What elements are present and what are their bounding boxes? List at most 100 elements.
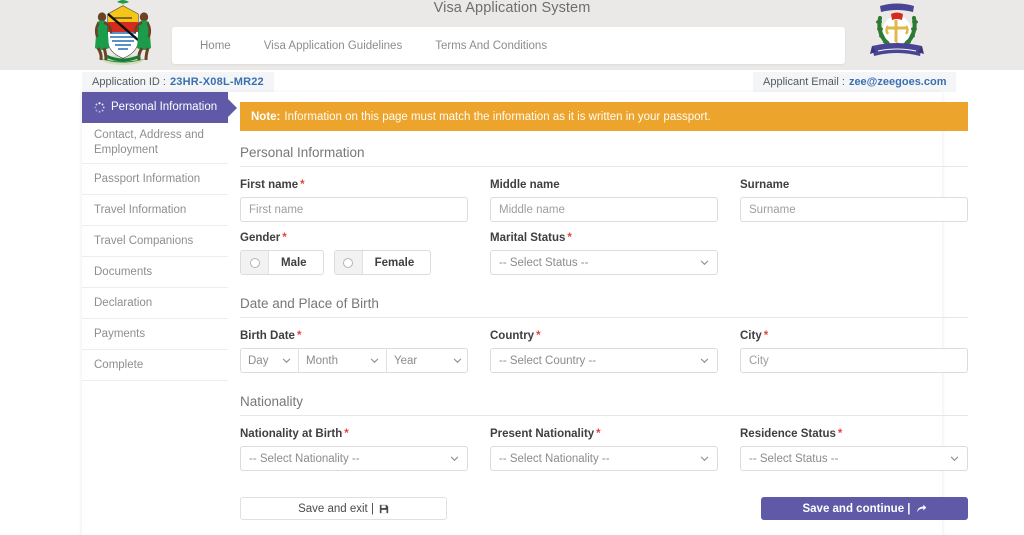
nav-link-home[interactable]: Home <box>200 40 231 52</box>
sidebar-item-passport-information[interactable]: Passport Information <box>82 164 228 195</box>
first-name-label: First name* <box>240 179 468 191</box>
middle-name-input[interactable]: Middle name <box>490 197 718 222</box>
application-id-label: Application ID : <box>92 76 166 88</box>
nationality-at-birth-field-group: Nationality at Birth* -- Select National… <box>240 428 468 471</box>
birth-city-label: City* <box>740 330 968 342</box>
sidebar-item-contact-address-and-employment[interactable]: Contact, Address and Employment <box>82 123 228 164</box>
marital-status-field-group: Marital Status* -- Select Status -- <box>490 232 718 275</box>
applicant-email-label: Applicant Email : <box>763 76 845 88</box>
floppy-disk-icon <box>379 504 389 514</box>
tanzania-coat-of-arms-icon <box>92 0 154 66</box>
nav-link-terms-and-conditions[interactable]: Terms And Conditions <box>435 40 547 52</box>
required-marker: * <box>282 232 286 244</box>
chevron-down-icon <box>700 454 709 463</box>
arrow-forward-icon <box>916 503 927 514</box>
chevron-down-icon <box>370 356 379 365</box>
present-nationality-selected-value: -- Select Nationality -- <box>499 453 610 465</box>
birth-fields-row: Birth Date* Day Month <box>240 330 968 373</box>
sidebar-item-label: Documents <box>94 265 152 280</box>
nationality-at-birth-label: Nationality at Birth* <box>240 428 468 440</box>
application-steps-sidebar: Personal Information Contact, Address an… <box>82 92 228 535</box>
birth-country-select[interactable]: -- Select Country -- <box>490 348 718 373</box>
sidebar-item-declaration[interactable]: Declaration <box>82 288 228 319</box>
present-nationality-field-group: Present Nationality* -- Select Nationali… <box>490 428 718 471</box>
main-navigation[interactable]: Home Visa Application Guidelines Terms A… <box>172 27 845 64</box>
note-text: Information on this page must match the … <box>284 111 710 123</box>
gender-row-spacer <box>740 232 968 275</box>
required-marker: * <box>344 428 348 440</box>
page-body: Application ID : 23HR-X08L-MR22 Applican… <box>0 70 1024 535</box>
required-marker: * <box>536 330 540 342</box>
required-marker: * <box>596 428 600 440</box>
section-title-personal-information: Personal Information <box>240 145 968 167</box>
gender-option-male-label: Male <box>269 257 323 269</box>
present-nationality-select[interactable]: -- Select Nationality -- <box>490 446 718 471</box>
application-id-value: 23HR-X08L-MR22 <box>170 76 264 88</box>
sidebar-item-documents[interactable]: Documents <box>82 257 228 288</box>
sidebar-item-travel-companions[interactable]: Travel Companions <box>82 226 228 257</box>
sidebar-item-label: Contact, Address and Employment <box>94 128 220 158</box>
gender-marital-row: Gender* Male Female Marital Status* <box>240 232 968 275</box>
nationality-at-birth-selected-value: -- Select Nationality -- <box>249 453 360 465</box>
birth-month-select[interactable]: Month <box>299 349 387 372</box>
surname-label: Surname <box>740 179 968 191</box>
birth-day-select[interactable]: Day <box>241 349 299 372</box>
radio-male-control[interactable] <box>241 251 269 274</box>
surname-field-group: Surname Surname <box>740 179 968 222</box>
birth-year-select[interactable]: Year <box>387 349 468 372</box>
sidebar-item-label: Travel Information <box>94 203 186 218</box>
required-marker: * <box>297 330 301 342</box>
sidebar-item-label: Declaration <box>94 296 152 311</box>
save-and-exit-button[interactable]: Save and exit | <box>240 497 447 520</box>
birth-date-label: Birth Date* <box>240 330 468 342</box>
first-name-input[interactable]: First name <box>240 197 468 222</box>
save-and-continue-label: Save and continue | <box>802 503 910 515</box>
tanzania-immigration-emblem-icon <box>864 2 930 66</box>
sidebar-item-travel-information[interactable]: Travel Information <box>82 195 228 226</box>
birth-country-field-group: Country* -- Select Country -- <box>490 330 718 373</box>
marital-status-label: Marital Status* <box>490 232 718 244</box>
chevron-down-icon <box>282 356 291 365</box>
sidebar-item-payments[interactable]: Payments <box>82 319 228 350</box>
nav-link-visa-application-guidelines[interactable]: Visa Application Guidelines <box>264 40 403 52</box>
birth-year-value: Year <box>394 355 417 367</box>
chevron-down-icon <box>450 454 459 463</box>
radio-female-control[interactable] <box>335 251 363 274</box>
middle-name-label: Middle name <box>490 179 718 191</box>
residence-status-label: Residence Status* <box>740 428 968 440</box>
birth-country-selected-value: -- Select Country -- <box>499 355 596 367</box>
surname-input[interactable]: Surname <box>740 197 968 222</box>
sidebar-item-label: Payments <box>94 327 145 342</box>
gender-field-group: Gender* Male Female <box>240 232 468 275</box>
application-id-bar: Application ID : 23HR-X08L-MR22 <box>82 72 274 92</box>
sidebar-item-personal-information[interactable]: Personal Information <box>82 92 228 123</box>
gender-option-female[interactable]: Female <box>334 250 432 275</box>
residence-status-field-group: Residence Status* -- Select Status -- <box>740 428 968 471</box>
gender-option-female-label: Female <box>363 257 431 269</box>
birth-day-value: Day <box>248 355 268 367</box>
save-and-continue-button[interactable]: Save and continue | <box>761 497 968 520</box>
marital-status-select[interactable]: -- Select Status -- <box>490 250 718 275</box>
required-marker: * <box>567 232 571 244</box>
chevron-down-icon <box>950 454 959 463</box>
middle-name-field-group: Middle name Middle name <box>490 179 718 222</box>
chevron-down-icon <box>700 258 709 267</box>
residence-status-select[interactable]: -- Select Status -- <box>740 446 968 471</box>
sidebar-item-complete[interactable]: Complete <box>82 350 228 381</box>
site-header: Visa Application System <box>0 0 1024 70</box>
birth-country-label: Country* <box>490 330 718 342</box>
birth-date-group[interactable]: Day Month Year <box>240 348 468 373</box>
application-card: Personal Information Contact, Address an… <box>82 92 942 535</box>
required-marker: * <box>300 179 304 191</box>
residence-status-selected-value: -- Select Status -- <box>749 453 838 465</box>
birth-city-input[interactable]: City <box>740 348 968 373</box>
sidebar-item-label: Travel Companions <box>94 234 193 249</box>
present-nationality-label: Present Nationality* <box>490 428 718 440</box>
marital-status-selected-value: -- Select Status -- <box>499 257 588 269</box>
name-fields-row: First name* First name Middle name Middl… <box>240 179 968 222</box>
gender-radio-group[interactable]: Male Female <box>240 250 468 275</box>
nationality-at-birth-select[interactable]: -- Select Nationality -- <box>240 446 468 471</box>
gender-option-male[interactable]: Male <box>240 250 324 275</box>
sidebar-item-label: Complete <box>94 358 143 373</box>
section-title-date-and-place-of-birth: Date and Place of Birth <box>240 296 968 318</box>
